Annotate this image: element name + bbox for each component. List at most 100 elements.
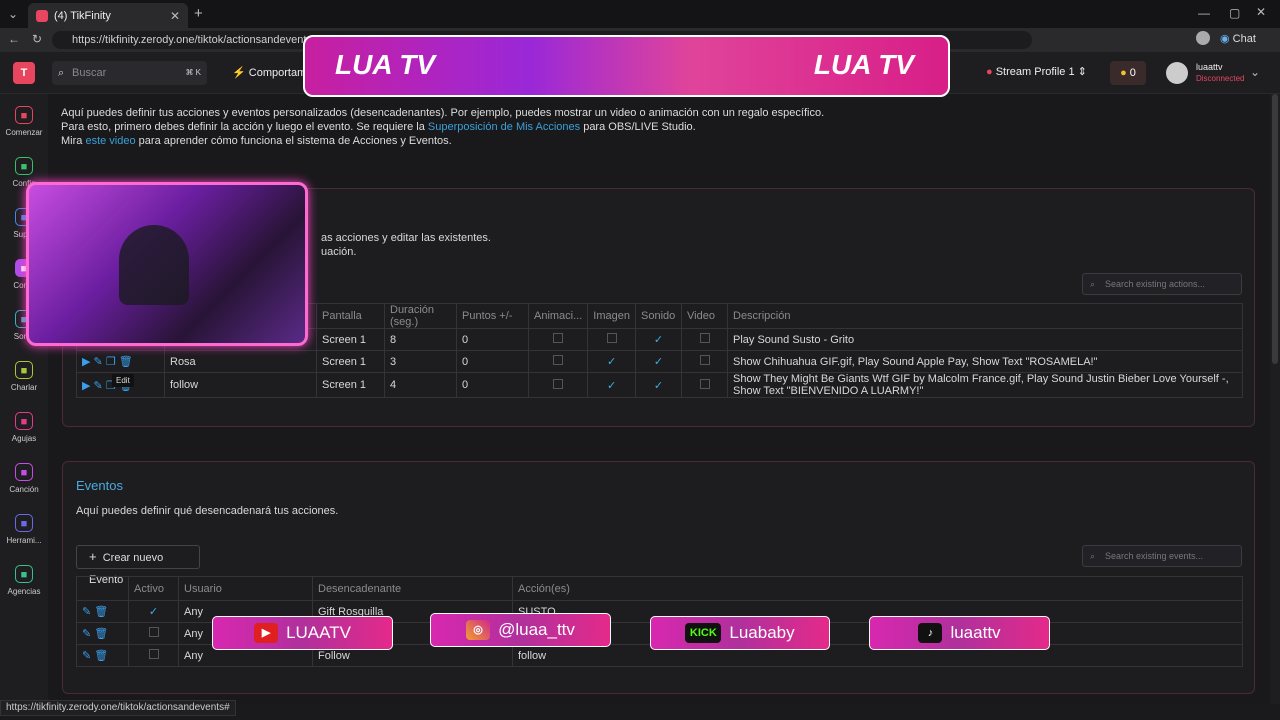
description-cell: Show They Might Be Giants Wtf GIF by Mal… xyxy=(727,372,1243,398)
checkbox-empty xyxy=(553,378,564,389)
column-header[interactable]: Pantalla xyxy=(316,303,385,329)
row-actions: ▶ ✎ ❐ 🗑 xyxy=(76,350,165,373)
column-header[interactable]: Acción(es) xyxy=(512,576,1243,601)
scrollbar-thumb[interactable] xyxy=(1272,94,1278,364)
edit-icon[interactable]: ✎ xyxy=(82,628,91,640)
coins-badge[interactable]: ● 0 xyxy=(1110,61,1146,85)
browser-tab[interactable]: (4) TikFinity ✕ xyxy=(28,3,188,28)
column-header[interactable]: Desencadenante xyxy=(312,576,513,601)
social-handle: @luaa_ttv xyxy=(498,620,575,639)
settings-arrows-icon: ■ xyxy=(15,157,33,175)
banner-title-right: LUA TV xyxy=(813,49,914,80)
column-header[interactable]: Sonido xyxy=(635,303,682,329)
user-name: luaattv xyxy=(1196,62,1223,72)
sound-cell: ✓ xyxy=(635,372,682,398)
webcam-overlay xyxy=(26,182,308,346)
maximize-icon[interactable]: ▢ xyxy=(1229,6,1240,20)
search-actions-input[interactable]: ⌕ Search existing actions... xyxy=(1082,273,1242,295)
overlay-link[interactable]: Superposición de Mis Acciones xyxy=(428,121,580,133)
user-menu-chevron-icon[interactable]: ⌄ xyxy=(1250,65,1260,79)
active-checkbox[interactable] xyxy=(128,622,179,645)
video-cell xyxy=(681,372,728,398)
image-cell xyxy=(587,328,636,351)
delete-icon[interactable]: 🗑 xyxy=(119,356,133,368)
play-icon[interactable]: ▶ xyxy=(82,380,90,392)
browser-tab-bar: ⌄ (4) TikFinity ✕ + — ▢ ✕ xyxy=(0,0,1280,28)
tikfinity-logo[interactable]: T xyxy=(13,62,35,84)
close-window-icon[interactable]: ✕ xyxy=(1256,5,1266,19)
column-header[interactable]: Imagen xyxy=(587,303,636,329)
close-tab-icon[interactable]: ✕ xyxy=(170,9,180,23)
social-badge: ♪ luaattv xyxy=(869,616,1050,650)
column-header[interactable]: Video xyxy=(681,303,728,329)
actions-desc-2: uación. xyxy=(321,246,357,258)
sidebar-item-label: Agencias xyxy=(7,587,41,596)
duration-cell: 8 xyxy=(384,328,457,351)
tab-list-icon[interactable]: ⌄ xyxy=(8,7,18,21)
back-icon[interactable]: ← xyxy=(8,32,20,46)
active-checkbox[interactable]: ✓ xyxy=(128,600,179,623)
edit-icon[interactable]: ✎ xyxy=(82,606,91,618)
edit-icon[interactable]: ✎ xyxy=(94,380,103,392)
delete-icon[interactable]: 🗑 xyxy=(94,650,108,662)
behavior-menu[interactable]: ⚡ Comportami xyxy=(232,66,309,79)
sidebar-item-label: Herrami... xyxy=(6,536,42,545)
points-cell: 0 xyxy=(456,328,529,351)
events-panel: Eventos Aquí puedes definir qué desencad… xyxy=(62,461,1255,694)
coin-icon: ● xyxy=(1120,67,1127,79)
column-header[interactable]: Puntos +/- xyxy=(456,303,529,329)
image-cell: ✓ xyxy=(587,350,636,373)
new-tab-icon[interactable]: + xyxy=(194,5,203,22)
column-header[interactable]: Duración (seg.) xyxy=(384,303,457,329)
updown-icon: ⇕ xyxy=(1077,66,1087,78)
minimize-icon[interactable]: — xyxy=(1198,6,1210,20)
social-badge: ◎ @luaa_ttv xyxy=(430,613,611,647)
checkbox-empty xyxy=(699,355,710,365)
play-icon[interactable]: ▶ xyxy=(82,356,90,368)
search-input[interactable]: ⌕ Buscar ⌘ K xyxy=(52,61,207,85)
table-row: ▶ ✎ ❐ 🗑 Rosa Screen 1 3 0 ✓ ✓ Show Chihuahua GI… xyxy=(76,350,1243,373)
check-icon: ✓ xyxy=(607,379,617,392)
sidebar-item-7[interactable]: ■ Canción xyxy=(0,463,48,494)
profile-avatar-icon[interactable] xyxy=(1196,31,1210,45)
edit-icon[interactable]: ✎ xyxy=(94,356,103,368)
check-icon: ✓ xyxy=(607,356,617,368)
delete-icon[interactable]: 🗑 xyxy=(94,606,108,618)
edit-icon[interactable]: ✎ xyxy=(82,650,91,662)
duration-cell: 3 xyxy=(384,350,457,373)
video-cell xyxy=(681,350,728,373)
column-header[interactable]: Usuario xyxy=(178,576,313,601)
sidebar-item-0[interactable]: ■ Comenzar xyxy=(0,106,48,137)
column-header[interactable]: Activo xyxy=(128,576,179,601)
column-header[interactable]: Animaci... xyxy=(527,303,589,329)
active-checkbox[interactable] xyxy=(128,644,179,667)
copy-icon[interactable]: ❐ xyxy=(106,356,116,368)
video-link[interactable]: este video xyxy=(85,135,135,147)
column-header[interactable] xyxy=(76,576,129,601)
copilot-chat-button[interactable]: ◉ Chat xyxy=(1220,32,1256,45)
sidebar-item-9[interactable]: ■ Agencias xyxy=(0,565,48,596)
instagram-icon: ◎ xyxy=(466,620,491,640)
webcam-person xyxy=(119,225,189,305)
description-cell: Show Chihuahua GIF.gif, Play Sound Apple… xyxy=(727,350,1243,373)
check-icon: ✓ xyxy=(653,356,664,368)
delete-icon[interactable]: 🗑 xyxy=(94,628,108,640)
action-name: Rosa xyxy=(164,350,317,373)
sidebar-item-5[interactable]: ■ Charlar xyxy=(0,361,48,392)
intro-line-1: Aquí puedes definir tus acciones y event… xyxy=(61,107,825,119)
column-header[interactable]: Descripción xyxy=(727,303,1243,329)
sidebar-item-6[interactable]: ■ Agujas xyxy=(0,412,48,443)
user-status: Disconnected xyxy=(1196,74,1245,83)
kick-icon: KICK xyxy=(685,623,722,643)
action-name: follow xyxy=(164,372,317,398)
social-badge: KICK Luababy xyxy=(650,616,830,650)
search-events-input[interactable]: ⌕ Search existing events... xyxy=(1082,545,1242,567)
scrollbar[interactable] xyxy=(1270,94,1280,704)
reload-icon[interactable]: ↻ xyxy=(32,32,42,46)
avatar[interactable] xyxy=(1166,62,1188,84)
intro-line-2a: Para esto, primero debes definir la acci… xyxy=(61,121,428,133)
create-event-button[interactable]: + Crear nuevo Evento xyxy=(76,545,200,586)
events-title: Eventos xyxy=(76,478,123,493)
sidebar-item-8[interactable]: ■ Herrami... xyxy=(0,514,48,545)
stream-profile-select[interactable]: ● Stream Profile 1 ⇕ xyxy=(986,65,1087,78)
